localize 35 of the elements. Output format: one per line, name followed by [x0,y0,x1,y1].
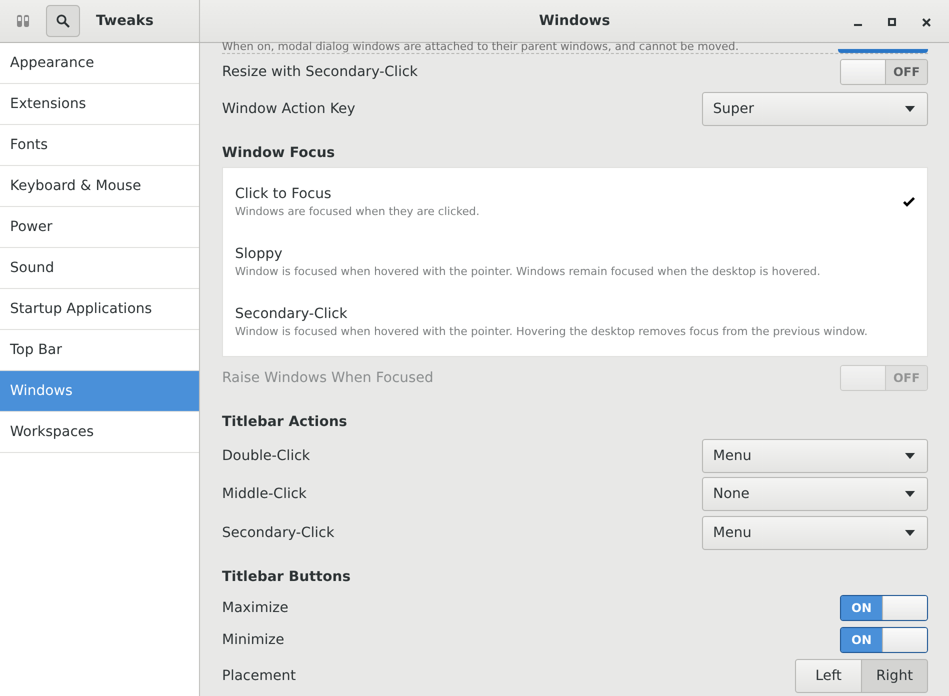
setting-label: Placement [222,668,296,684]
app-icon [16,14,30,28]
maximize-icon [888,18,896,26]
app-title: Tweaks [96,13,154,29]
close-icon [922,18,930,26]
setting-label: Raise Windows When Focused [222,370,434,386]
window-title: Windows [538,13,610,29]
toggle-switch[interactable]: OFF [840,58,928,85]
setting-label: Resize with Secondary-Click [222,64,418,80]
list-option[interactable]: Click to Focus Windows are focused when they are clicked. [223,172,927,232]
caret-icon [905,106,915,112]
dropdown[interactable]: Menu [702,516,928,550]
toggle-switch[interactable] [838,48,928,53]
list-option[interactable]: Secondary-Click Window is focused when hovered with the pointer. Hovering the desktop removes focus from the previous window. [223,292,927,352]
setting-label: Maximize [222,600,288,616]
section-heading: Window Focus [222,145,335,162]
search-icon [56,14,70,28]
search-button[interactable] [46,5,80,37]
segment-button[interactable]: Left [795,659,862,694]
dropdown[interactable]: None [702,477,928,512]
section-heading: Titlebar Buttons [222,569,351,586]
setting-label: Double-Click [222,448,310,464]
caret-icon [905,491,915,498]
segment-button[interactable]: Right [861,659,928,694]
section-heading: Titlebar Actions [222,414,348,430]
dropdown[interactable]: Super [702,92,928,126]
caret-icon [905,530,915,536]
list-option[interactable]: Sloppy Window is focused when hovered with the pointer. Windows remain focused when the desktop is hovered. [223,232,927,292]
setting-label: Secondary-Click [222,524,334,541]
setting-label: Minimize [222,632,284,648]
caret-icon [905,452,915,459]
description-text: When on, modal dialog windows are attached to their parent windows, and cannot be moved. [222,40,739,53]
setting-label: Middle-Click [222,486,307,502]
setting-label: Window Action Key [222,100,356,117]
dropdown[interactable]: Menu [702,438,928,473]
